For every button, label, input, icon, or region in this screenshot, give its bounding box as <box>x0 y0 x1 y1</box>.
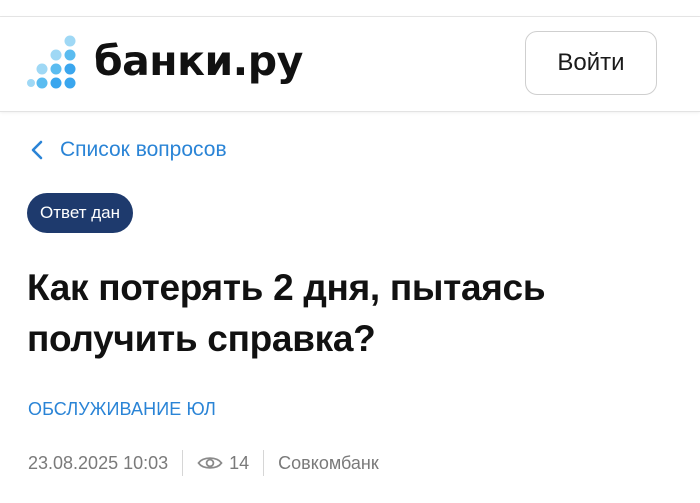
site-header: банки.ру Войти <box>0 17 700 112</box>
chevron-left-icon <box>31 140 43 160</box>
dots-logo-icon <box>27 35 76 89</box>
back-to-questions-link[interactable]: Список вопросов <box>30 138 227 162</box>
back-link-label: Список вопросов <box>60 138 227 161</box>
login-button[interactable]: Войти <box>525 31 657 95</box>
question-meta: 23.08.2025 10:03 14 Совкомбанк <box>28 449 379 477</box>
eye-icon <box>197 457 223 469</box>
meta-divider <box>263 450 265 476</box>
meta-divider <box>182 450 184 476</box>
view-count: 14 <box>229 452 250 473</box>
logo-wordmark: банки.ру <box>94 36 303 85</box>
status-badge: Ответ дан <box>27 193 134 233</box>
site-logo[interactable]: банки.ру <box>26 35 303 91</box>
bank-name[interactable]: Совкомбанк <box>278 453 379 474</box>
category-link[interactable]: ОБСЛУЖИВАНИЕ ЮЛ <box>28 399 216 420</box>
page: банки.ру Войти Список вопросов Ответ дан… <box>0 0 700 503</box>
question-date: 23.08.2025 10:03 <box>28 452 169 473</box>
question-title: Как потерять 2 дня, пытаясь получить спр… <box>27 267 546 359</box>
